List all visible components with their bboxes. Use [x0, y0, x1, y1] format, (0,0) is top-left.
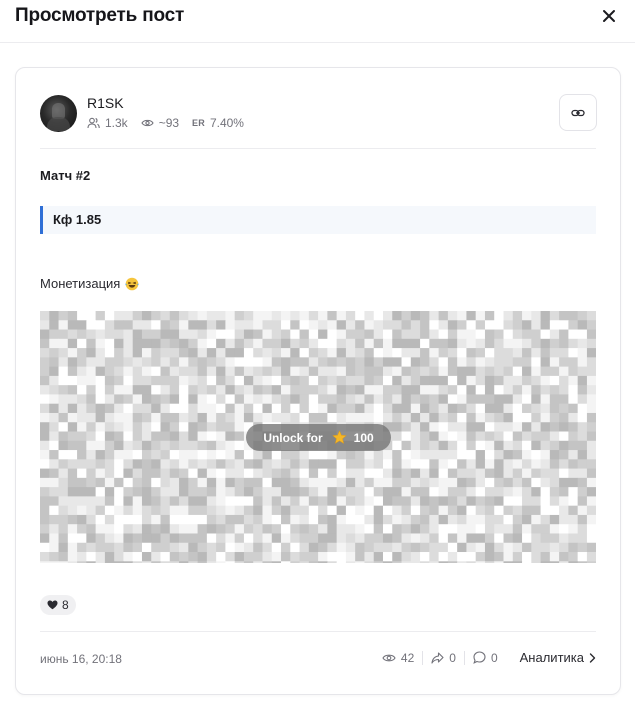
modal-header: Просмотреть пост: [0, 0, 635, 43]
eye-icon: [141, 119, 154, 127]
footer-views-count: 42: [400, 650, 415, 665]
subscribers-stat: 1.3k: [87, 116, 128, 130]
close-button[interactable]: [599, 6, 619, 26]
divider: [463, 650, 465, 665]
footer-comments: 0: [473, 651, 498, 665]
laughing-tears-emoji-icon: [125, 277, 139, 290]
er-stat: ER 7.40%: [192, 116, 244, 130]
divider: [40, 148, 596, 149]
unlock-label: Unlock for: [263, 430, 323, 445]
post-text-content: Монетизация: [40, 276, 121, 291]
analytics-label: Аналитика: [519, 650, 584, 665]
post-quote: Кф 1.85: [40, 206, 596, 234]
channel-stats: 1.3k ~93 ER 7.40%: [87, 116, 257, 130]
quote-text: Кф 1.85: [53, 212, 102, 227]
share-icon: [431, 651, 444, 664]
post-text: Монетизация: [40, 276, 139, 291]
views-count: ~93: [158, 116, 180, 130]
avatar[interactable]: [40, 95, 77, 132]
chevron-right-icon: [589, 652, 596, 663]
post-date: июнь 16, 20:18: [40, 652, 122, 666]
er-label: ER: [192, 118, 205, 128]
footer-views: 42: [382, 651, 414, 665]
post-card: R1SK 1.3k ~93 ER 7.40% Матч #2 Кф 1.85 М…: [15, 67, 621, 695]
users-icon: [87, 117, 100, 129]
heart-icon: [47, 600, 58, 610]
locked-media[interactable]: Unlock for 100: [40, 311, 596, 563]
subscribers-count: 1.3k: [105, 116, 128, 130]
star-icon: [331, 430, 347, 444]
post-footer-stats: 42 0 0 Аналитика: [382, 650, 596, 665]
modal-title: Просмотреть пост: [15, 5, 185, 26]
divider: [40, 631, 596, 632]
eye-icon: [382, 654, 396, 661]
reaction-heart[interactable]: 8: [40, 595, 76, 615]
divider: [422, 650, 424, 665]
footer-shares-count: 0: [449, 650, 456, 665]
analytics-link[interactable]: Аналитика: [520, 650, 596, 665]
channel-name[interactable]: R1SK: [87, 95, 124, 111]
er-value: 7.40%: [209, 116, 244, 130]
post-title: Матч #2: [40, 168, 91, 183]
footer-shares: 0: [431, 651, 456, 665]
unlock-button[interactable]: Unlock for 100: [246, 424, 391, 451]
unlock-price: 100: [353, 430, 374, 445]
link-icon: [571, 109, 585, 116]
views-stat: ~93: [141, 116, 179, 130]
footer-comments-count: 0: [490, 650, 498, 665]
close-icon: [603, 10, 615, 22]
comment-icon: [473, 651, 486, 664]
copy-link-button[interactable]: [559, 94, 597, 131]
reaction-count: 8: [62, 598, 69, 612]
